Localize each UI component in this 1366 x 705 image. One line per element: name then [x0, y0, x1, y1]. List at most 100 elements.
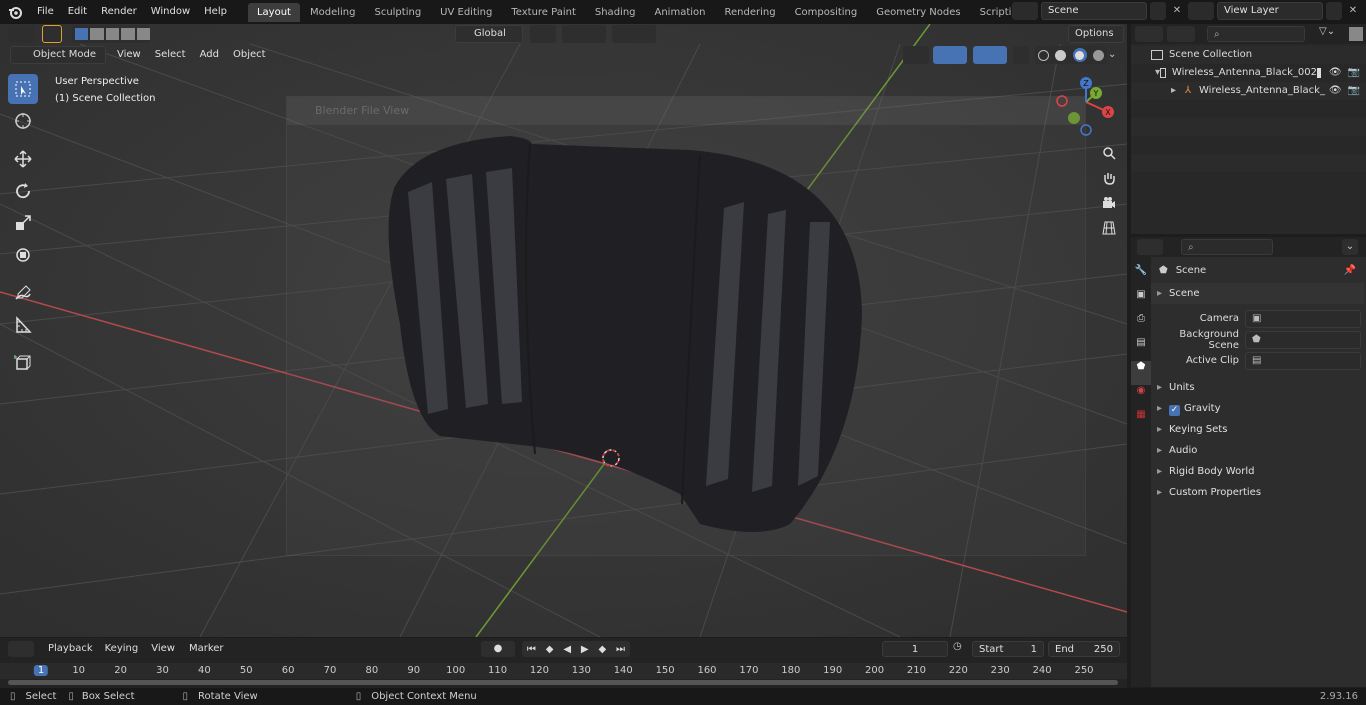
editor-type-icon[interactable] [8, 25, 34, 43]
timeline-editor-icon[interactable] [8, 641, 34, 657]
custom-properties-panel[interactable]: Custom Properties [1151, 482, 1366, 503]
rotate-tool-icon[interactable] [8, 176, 38, 206]
annotate-tool-icon[interactable] [8, 278, 38, 308]
tool-tab-icon[interactable]: 🔧 [1131, 265, 1151, 289]
tab-texture-paint[interactable]: Texture Paint [502, 3, 585, 22]
snap-icon[interactable] [562, 25, 606, 43]
pan-hand-icon[interactable] [1099, 168, 1119, 188]
pivot-icon[interactable] [530, 25, 556, 43]
move-tool-icon[interactable] [8, 144, 38, 174]
active-clip-field[interactable]: ▤ [1245, 351, 1361, 370]
next-keyframe-icon[interactable]: ◆ [598, 644, 606, 655]
scene-panel-header[interactable]: Scene [1151, 283, 1364, 304]
menu-add[interactable]: Add [193, 43, 226, 67]
units-panel[interactable]: Units [1151, 377, 1366, 398]
new-view-layer-icon[interactable] [1326, 2, 1342, 20]
menu-help[interactable]: Help [197, 0, 234, 24]
render-tab-icon[interactable]: ▣ [1131, 289, 1151, 313]
rigid-body-world-panel[interactable]: Rigid Body World [1151, 461, 1366, 482]
tab-compositing[interactable]: Compositing [786, 3, 867, 22]
add-cube-tool-icon[interactable] [8, 348, 38, 378]
transform-orientation-dropdown[interactable]: Global [455, 25, 523, 43]
shading-options-icon[interactable]: ⌄ [1108, 46, 1122, 64]
view-layer-tab-icon[interactable]: ▤ [1131, 337, 1151, 361]
outliner-search-input[interactable]: ⌕ [1207, 26, 1305, 42]
menu-file[interactable]: File [30, 0, 61, 24]
current-frame-field[interactable]: 1 [882, 641, 948, 657]
play-icon[interactable]: ▶ [581, 644, 589, 655]
navigation-gizmo[interactable]: X Y Z [1052, 74, 1124, 136]
new-collection-icon[interactable] [1349, 27, 1363, 41]
menu-object[interactable]: Object [226, 43, 273, 67]
transform-tool-icon[interactable] [8, 240, 38, 270]
tab-uv-editing[interactable]: UV Editing [431, 3, 501, 22]
pin-icon[interactable]: 📌 [1344, 265, 1356, 276]
options-dropdown[interactable]: Options [1068, 25, 1124, 43]
timeline-view-menu[interactable]: View [144, 637, 182, 661]
new-scene-icon[interactable] [1150, 2, 1166, 20]
jump-start-icon[interactable]: ⏮ [527, 644, 536, 655]
end-frame-field[interactable]: End 250 [1048, 641, 1120, 657]
antenna-object[interactable] [0, 24, 1127, 637]
menu-window[interactable]: Window [144, 0, 197, 24]
remove-view-layer-icon[interactable]: ✕ [1345, 2, 1361, 20]
proportional-edit-icon[interactable] [612, 25, 656, 43]
blender-logo-icon[interactable] [0, 5, 30, 19]
tab-modeling[interactable]: Modeling [301, 3, 365, 22]
measure-tool-icon[interactable] [8, 310, 38, 340]
view-layer-selector[interactable]: View Layer [1217, 2, 1323, 20]
audio-panel[interactable]: Audio [1151, 440, 1366, 461]
tab-animation[interactable]: Animation [646, 3, 715, 22]
filter-icon[interactable]: ▽⌄ [1319, 26, 1345, 42]
tab-shading[interactable]: Shading [586, 3, 645, 22]
visibility-icon[interactable] [903, 46, 929, 64]
properties-search-input[interactable]: ⌕ [1181, 239, 1273, 255]
menu-edit[interactable]: Edit [61, 0, 94, 24]
remove-scene-icon[interactable]: ✕ [1169, 2, 1185, 20]
jump-end-icon[interactable]: ⏭ [616, 644, 625, 655]
start-frame-field[interactable]: Start 1 [972, 641, 1044, 657]
texture-tab-icon[interactable]: ▦ [1131, 409, 1151, 433]
select-box-tool-icon[interactable] [8, 74, 38, 104]
playback-controls[interactable]: ⏮ ◆ ◀ ▶ ◆ ⏭ [522, 641, 630, 657]
record-icon[interactable]: ● [481, 641, 515, 657]
background-scene-field[interactable]: ⬟ [1245, 330, 1361, 349]
playback-menu[interactable]: Playback [42, 640, 99, 658]
menu-render[interactable]: Render [94, 0, 144, 24]
object-mode-dropdown[interactable]: Object Mode [10, 46, 106, 64]
3d-viewport[interactable]: Blender File View [0, 24, 1127, 637]
clock-icon[interactable]: ◷ [953, 641, 969, 657]
display-mode-icon[interactable] [1167, 26, 1195, 42]
world-tab-icon[interactable]: ◉ [1131, 385, 1151, 409]
outliner-editor-icon[interactable] [1135, 26, 1163, 42]
tab-geometry-nodes[interactable]: Geometry Nodes [867, 3, 969, 22]
camera-icon[interactable]: 📷 [1348, 64, 1360, 82]
play-reverse-icon[interactable]: ◀ [563, 644, 571, 655]
zoom-icon[interactable] [1099, 143, 1119, 163]
scale-tool-icon[interactable] [8, 208, 38, 238]
eye-icon[interactable]: 👁 [1329, 64, 1342, 82]
keying-sets-panel[interactable]: Keying Sets [1151, 419, 1366, 440]
expand-arrow-icon[interactable]: ▸ [1171, 82, 1185, 100]
menu-view[interactable]: View [110, 43, 148, 67]
overlay-toggle-icon[interactable] [973, 46, 1007, 64]
tab-layout[interactable]: Layout [247, 3, 300, 22]
scene-tab-icon[interactable]: ⬟ [1131, 361, 1151, 385]
scene-icon[interactable] [1012, 2, 1038, 20]
menu-select[interactable]: Select [148, 43, 193, 67]
gizmo-toggle-icon[interactable] [933, 46, 967, 64]
timeline-scrollbar[interactable] [8, 680, 1118, 685]
cursor-tool-icon[interactable] [8, 106, 38, 136]
gravity-panel[interactable]: ✓ Gravity [1151, 398, 1366, 419]
outliner-scene-collection[interactable]: Scene Collection [1131, 46, 1366, 64]
selection-mode-icons[interactable] [72, 25, 151, 43]
frame-ruler[interactable]: 1 10 20 30 40 50 60 70 80 90 100 110 120 130 140 150 160… [0, 663, 1127, 679]
keying-menu[interactable]: Keying [99, 640, 145, 658]
xray-icon[interactable] [1013, 46, 1029, 64]
perspective-toggle-icon[interactable] [1099, 218, 1119, 238]
exclude-checkbox[interactable] [1316, 68, 1321, 78]
tab-rendering[interactable]: Rendering [715, 3, 784, 22]
prev-keyframe-icon[interactable]: ◆ [546, 644, 554, 655]
eye-icon[interactable]: 👁 [1329, 82, 1342, 100]
outliner-item-object[interactable]: ▸ ⅄ Wireless_Antenna_Black_ 👁 📷 [1131, 82, 1366, 100]
